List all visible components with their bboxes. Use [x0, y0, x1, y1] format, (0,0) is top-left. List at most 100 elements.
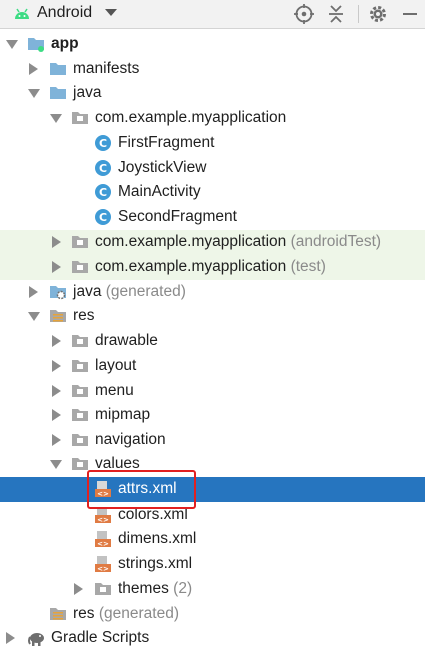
dropdown-arrow-icon[interactable]: [105, 9, 117, 16]
chevron-down-icon[interactable]: [50, 460, 62, 469]
tree-item-label: java: [73, 84, 102, 101]
tree-item-manifests[interactable]: manifests: [0, 57, 425, 82]
tree-item-attrs-xml[interactable]: <> attrs.xml: [0, 477, 425, 502]
class-icon: C: [95, 135, 111, 151]
chevron-right-icon[interactable]: [52, 434, 61, 446]
chevron-down-icon[interactable]: [50, 114, 62, 123]
tree-item-label: themes (2): [118, 580, 193, 597]
chevron-right-icon[interactable]: [52, 409, 61, 421]
folder-icon: [72, 434, 88, 446]
svg-text:<>: <>: [97, 540, 109, 548]
collapse-all-icon[interactable]: [325, 3, 347, 25]
tree-item-main-activity[interactable]: C MainActivity: [0, 180, 425, 205]
folder-icon: [72, 385, 88, 397]
chevron-right-icon[interactable]: [29, 63, 38, 75]
tree-item-label: Gradle Scripts: [51, 629, 150, 646]
tree-item-java[interactable]: java: [0, 81, 425, 106]
tree-item-package-test[interactable]: com.example.myapplication (test): [0, 255, 425, 280]
chevron-right-icon[interactable]: [29, 286, 38, 298]
chevron-right-icon[interactable]: [6, 632, 15, 644]
folder-icon: [95, 583, 111, 595]
tree-item-label: drawable: [95, 332, 158, 349]
settings-gear-icon[interactable]: [367, 3, 389, 25]
folder-icon: [72, 335, 88, 347]
chevron-down-icon[interactable]: [28, 312, 40, 321]
svg-text:<>: <>: [97, 565, 109, 573]
tree-item-strings-xml[interactable]: <> strings.xml: [0, 552, 425, 577]
tree-item-label: MainActivity: [118, 183, 201, 200]
folder-icon: [72, 360, 88, 372]
tree-item-label: menu: [95, 382, 134, 399]
locate-target-icon[interactable]: [293, 3, 315, 25]
xml-file-icon: <>: [95, 556, 111, 573]
chevron-right-icon[interactable]: [52, 236, 61, 248]
tree-item-label: app: [51, 35, 79, 52]
chevron-right-icon[interactable]: [52, 360, 61, 372]
tree-item-first-fragment[interactable]: C FirstFragment: [0, 131, 425, 156]
tree-item-colors-xml[interactable]: <> colors.xml: [0, 503, 425, 528]
source-set-hint: (androidTest): [290, 233, 382, 250]
chevron-down-icon[interactable]: [28, 89, 40, 98]
svg-text:<>: <>: [97, 516, 109, 524]
tree-item-gradle-scripts[interactable]: Gradle Scripts: [0, 626, 425, 651]
tree-item-menu[interactable]: menu: [0, 379, 425, 404]
tree-item-navigation[interactable]: navigation: [0, 428, 425, 453]
tree-item-res-generated[interactable]: res (generated): [0, 602, 425, 627]
resource-folder-icon: [50, 310, 66, 322]
generated-folder-icon: [50, 286, 66, 300]
tree-item-res[interactable]: res: [0, 304, 425, 329]
tree-item-layout[interactable]: layout: [0, 354, 425, 379]
tree-item-second-fragment[interactable]: C SecondFragment: [0, 205, 425, 230]
svg-text:C: C: [99, 137, 107, 150]
tree-item-label: JoystickView: [118, 159, 207, 176]
tree-item-label: res (generated): [73, 605, 179, 622]
tree-item-package-main[interactable]: com.example.myapplication: [0, 106, 425, 131]
folder-icon: [50, 63, 66, 75]
folder-icon: [50, 87, 66, 99]
package-folder-icon: [72, 236, 88, 248]
tree-item-java-generated[interactable]: java (generated): [0, 280, 425, 305]
tree-item-label: dimens.xml: [118, 530, 197, 547]
svg-text:C: C: [99, 162, 107, 175]
tree-item-values[interactable]: values: [0, 452, 425, 477]
tree-item-app[interactable]: app: [0, 32, 425, 57]
tree-item-label: com.example.myapplication (androidTest): [95, 233, 382, 250]
class-icon: C: [95, 160, 111, 176]
item-count: (2): [173, 580, 193, 597]
tree-item-label: FirstFragment: [118, 134, 215, 151]
gradle-elephant-icon: [28, 633, 44, 646]
project-toolbar: Android: [0, 0, 425, 29]
folder-icon: [72, 458, 88, 470]
tree-item-joystick-view[interactable]: C JoystickView: [0, 156, 425, 181]
chevron-right-icon[interactable]: [74, 583, 83, 595]
tree-item-dimens-xml[interactable]: <> dimens.xml: [0, 527, 425, 552]
tree-item-package-android-test[interactable]: com.example.myapplication (androidTest): [0, 230, 425, 255]
tree-item-themes[interactable]: themes (2): [0, 577, 425, 602]
tree-item-drawable[interactable]: drawable: [0, 329, 425, 354]
tree-item-label: SecondFragment: [118, 208, 237, 225]
folder-icon: [72, 409, 88, 421]
module-folder-icon: [28, 38, 44, 52]
generated-hint: (generated): [105, 283, 186, 300]
chevron-right-icon[interactable]: [52, 385, 61, 397]
tree-item-label: mipmap: [95, 406, 151, 423]
chevron-down-icon[interactable]: [6, 40, 18, 49]
tree-item-label: com.example.myapplication: [95, 109, 287, 126]
xml-file-icon: <>: [95, 531, 111, 548]
tree-item-mipmap[interactable]: mipmap: [0, 403, 425, 428]
source-set-hint: (test): [290, 258, 326, 275]
generated-hint: (generated): [98, 605, 179, 622]
chevron-right-icon[interactable]: [52, 261, 61, 273]
tree-item-label: layout: [95, 357, 137, 374]
chevron-right-icon[interactable]: [52, 335, 61, 347]
svg-text:C: C: [99, 186, 107, 199]
tree-item-label: strings.xml: [118, 555, 193, 572]
svg-text:C: C: [99, 211, 107, 224]
view-selector-label[interactable]: Android: [37, 4, 92, 22]
class-icon: C: [95, 184, 111, 200]
tree-item-label: navigation: [95, 431, 166, 448]
package-folder-icon: [72, 261, 88, 273]
highlight-annotation-box: [87, 470, 196, 509]
minimize-icon[interactable]: [398, 3, 420, 25]
package-folder-icon: [72, 112, 88, 124]
